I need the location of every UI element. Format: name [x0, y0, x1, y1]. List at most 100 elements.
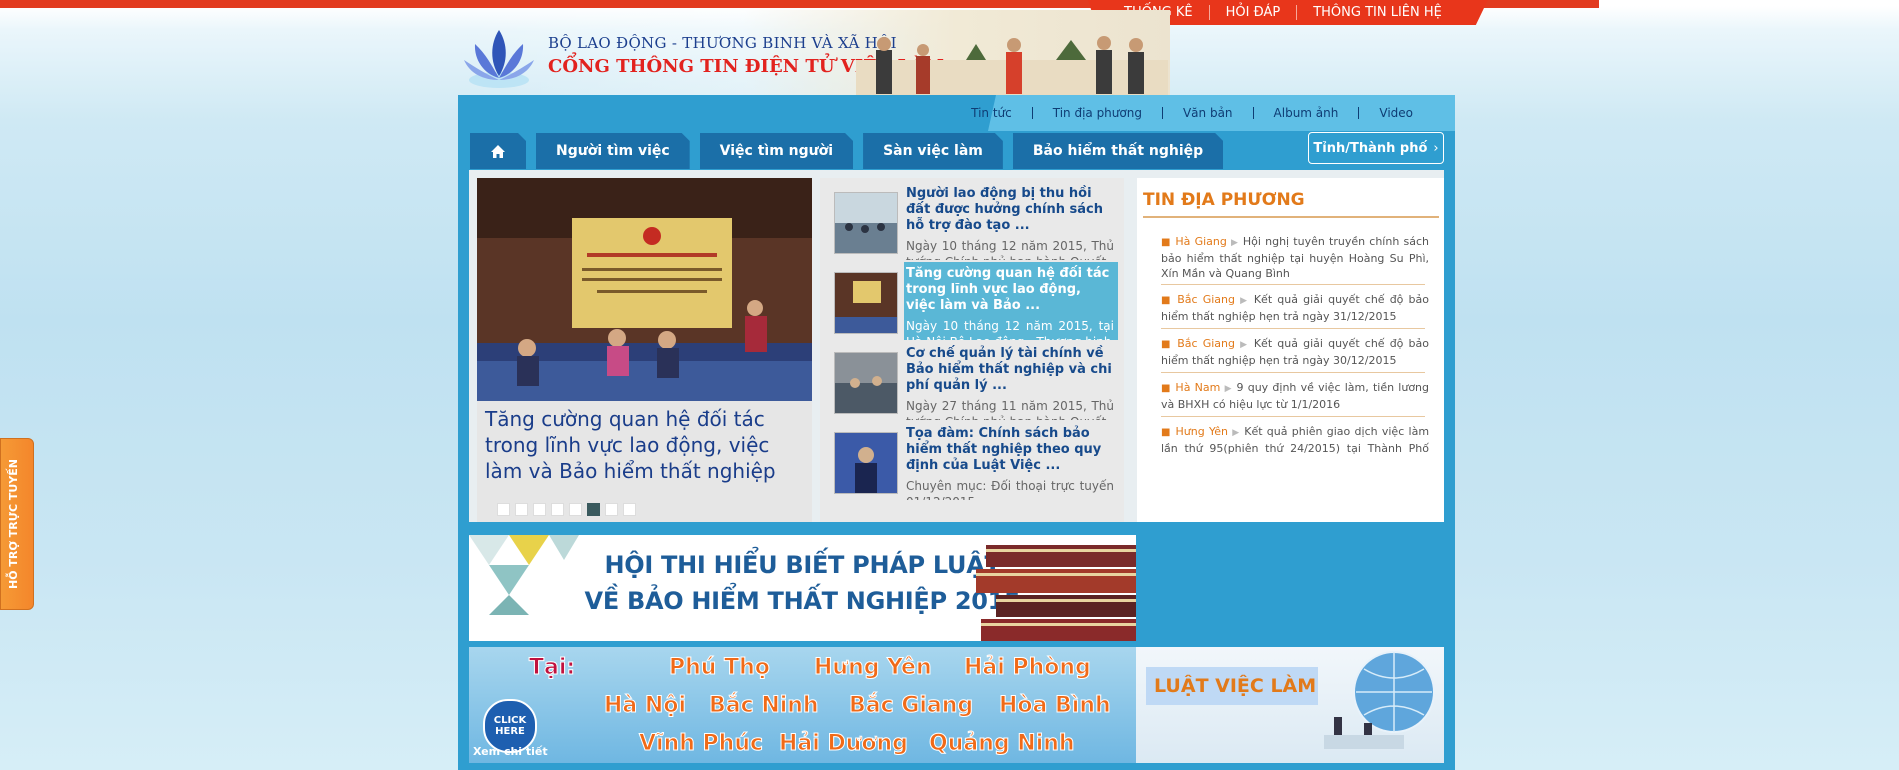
local-news-province[interactable]: Hà Giang — [1175, 235, 1226, 248]
subnav-documents[interactable]: Văn bản — [1163, 107, 1254, 119]
ministry-lotus-logo — [464, 30, 534, 88]
news-headline[interactable]: Tọa đàm: Chính sách bảo hiểm thất nghiệp… — [906, 426, 1114, 474]
divider — [1161, 416, 1425, 417]
tab-home[interactable] — [470, 133, 526, 169]
content-panel: Tăng cường quan hệ đối tác trong lĩnh vự… — [469, 170, 1444, 522]
news-item[interactable]: Tọa đàm: Chính sách bảo hiểm thất nghiệp… — [824, 422, 1118, 500]
books-image — [976, 545, 1136, 641]
slider-dot-active[interactable] — [587, 503, 600, 516]
news-thumbnail — [834, 272, 898, 334]
contest-banner[interactable]: HỘI THI HIỂU BIẾT PHÁP LUẬT VỀ BẢO HIỂM … — [469, 535, 1136, 641]
globe-illustration — [1324, 651, 1435, 749]
tab-employers[interactable]: Việc tìm người — [700, 133, 853, 169]
featured-slider[interactable]: Tăng cường quan hệ đối tác trong lĩnh vự… — [477, 178, 812, 522]
home-icon — [490, 144, 506, 159]
city-name: Hải Phòng — [964, 655, 1092, 681]
subnav-news[interactable]: Tin tức — [951, 107, 1033, 119]
local-news-item[interactable]: ■ Hà Nam ▶ 9 quy định về việc làm, tiền … — [1161, 380, 1429, 412]
detail-link[interactable]: Xem chi tiết — [473, 745, 548, 758]
main-tabs: Người tìm việc Việc tìm người Sàn việc l… — [470, 133, 1233, 169]
slider-dot[interactable] — [551, 503, 564, 516]
sub-nav: Tin tức Tin địa phương Văn bản Album ảnh… — [971, 95, 1455, 131]
local-news-item[interactable]: ■ Bắc Giang ▶ Kết quả giải quyết chế độ … — [1161, 292, 1429, 324]
news-item[interactable]: Người lao động bị thu hồi đất được hưởng… — [824, 182, 1118, 260]
local-news-province[interactable]: Bắc Giang — [1177, 337, 1235, 350]
bullet-icon: ■ — [1161, 295, 1173, 306]
local-news-province[interactable]: Hà Nam — [1175, 381, 1220, 394]
city-name: Hải Dương — [779, 731, 909, 757]
featured-title[interactable]: Tăng cường quan hệ đối tác trong lĩnh vự… — [485, 406, 805, 484]
city-name: Hưng Yên — [814, 655, 933, 681]
arrow-icon: ▶ — [1232, 428, 1240, 438]
header-banner[interactable]: BỘ LAO ĐỘNG - THƯƠNG BINH VÀ XÃ HỘI CỔNG… — [458, 10, 1170, 96]
bullet-icon: ■ — [1161, 237, 1172, 248]
bullet-icon: ■ — [1161, 427, 1172, 438]
top-link-contact[interactable]: THÔNG TIN LIÊN HỆ — [1297, 5, 1458, 20]
cities-label: Tại: — [528, 655, 576, 681]
slider-dot[interactable] — [515, 503, 528, 516]
subnav-album[interactable]: Album ảnh — [1254, 107, 1360, 119]
divider — [1161, 284, 1425, 285]
news-headline[interactable]: Người lao động bị thu hồi đất được hưởng… — [906, 186, 1114, 234]
province-button[interactable]: Tỉnh/Thành phố › — [1308, 132, 1444, 164]
local-news-province[interactable]: Bắc Giang — [1177, 293, 1235, 306]
city-name: Quảng Ninh — [929, 731, 1076, 757]
local-news-province[interactable]: Hưng Yên — [1176, 425, 1228, 438]
news-thumbnail — [834, 352, 898, 414]
local-news-item[interactable]: ■ Bắc Giang ▶ Kết quả giải quyết chế độ … — [1161, 336, 1429, 368]
city-name: Phú Thọ — [669, 655, 771, 681]
divider — [1143, 216, 1439, 218]
news-headline[interactable]: Tăng cường quan hệ đối tác trong lĩnh vự… — [906, 266, 1114, 314]
top-link-faq[interactable]: HỎI ĐÁP — [1210, 5, 1298, 20]
news-thumbnail — [834, 432, 898, 494]
news-desc: Ngày 27 tháng 11 năm 2015, Thủ tướng Chí… — [906, 399, 1114, 420]
slider-dot[interactable] — [533, 503, 546, 516]
employment-law-title: LUẬT VIỆC LÀM — [1146, 667, 1318, 705]
slider-dot[interactable] — [569, 503, 582, 516]
tab-job-exchange[interactable]: Sàn việc làm — [863, 133, 1003, 169]
news-list: Người lao động bị thu hồi đất được hưởng… — [820, 178, 1124, 522]
news-desc: Ngày 10 tháng 12 năm 2015, Thủ tướng Chí… — [906, 239, 1114, 260]
local-news-heading[interactable]: TIN ĐỊA PHƯƠNG — [1143, 190, 1305, 210]
city-name: Bắc Ninh — [709, 693, 820, 719]
local-news-item[interactable]: ■ Hưng Yên ▶ Kết quả phiên giao dịch việ… — [1161, 424, 1429, 458]
tab-job-seekers[interactable]: Người tìm việc — [536, 133, 690, 169]
main-container: Tin tức Tin địa phương Văn bản Album ảnh… — [458, 95, 1455, 770]
city-name: Hòa Bình — [999, 693, 1112, 719]
bullet-icon: ■ — [1161, 339, 1173, 350]
cities-banner[interactable]: Tại: Phú Thọ Hưng Yên Hải Phòng Hà Nội B… — [469, 647, 1136, 763]
subnav-local-news[interactable]: Tin địa phương — [1033, 107, 1163, 119]
employment-law-banner[interactable]: LUẬT VIỆC LÀM — [1136, 647, 1444, 763]
arrow-icon: ▶ — [1224, 384, 1233, 394]
news-desc: Ngày 10 tháng 12 năm 2015, tại Hà Nội Bộ… — [906, 319, 1114, 340]
province-label: Tỉnh/Thành phố — [1313, 140, 1428, 156]
news-desc: Chuyên mục: Đối thoại trực tuyến 01/12/2… — [906, 479, 1114, 500]
featured-image — [477, 178, 812, 401]
arrow-icon: ▶ — [1231, 238, 1239, 248]
subnav-video[interactable]: Video — [1359, 107, 1433, 119]
local-news-item[interactable]: ■ Hà Giang ▶ Hội nghị tuyên truyền chính… — [1161, 234, 1429, 280]
local-news-box: TIN ĐỊA PHƯƠNG ■ Hà Giang ▶ Hội nghị tuy… — [1137, 178, 1444, 522]
news-thumbnail — [834, 192, 898, 254]
online-support-label: HỖ TRỢ TRỰC TUYẾN — [7, 459, 20, 589]
tab-unemployment-insurance[interactable]: Bảo hiểm thất nghiệp — [1013, 133, 1223, 169]
city-name: Bắc Giang — [848, 693, 974, 719]
news-item-highlighted[interactable]: Tăng cường quan hệ đối tác trong lĩnh vự… — [824, 262, 1118, 340]
arrow-icon: ▶ — [1240, 296, 1249, 306]
slider-dot[interactable] — [497, 503, 510, 516]
ministry-name: BỘ LAO ĐỘNG - THƯƠNG BINH VÀ XÃ HỘI — [548, 34, 897, 52]
news-headline[interactable]: Cơ chế quản lý tài chính về Bảo hiểm thấ… — [906, 346, 1114, 394]
bullet-icon: ■ — [1161, 383, 1172, 394]
slider-dot[interactable] — [623, 503, 636, 516]
online-support-tab[interactable]: HỖ TRỢ TRỰC TUYẾN — [0, 438, 34, 610]
divider — [1161, 328, 1425, 329]
news-item[interactable]: Cơ chế quản lý tài chính về Bảo hiểm thấ… — [824, 342, 1118, 420]
header-people-illustration — [856, 36, 1168, 96]
chevron-right-icon: › — [1433, 140, 1439, 156]
slider-dots — [497, 503, 641, 516]
city-name: Vĩnh Phúc — [638, 731, 764, 757]
slider-dot[interactable] — [605, 503, 618, 516]
divider — [1161, 372, 1425, 373]
city-name: Hà Nội — [604, 693, 687, 719]
arrow-icon: ▶ — [1240, 340, 1249, 350]
